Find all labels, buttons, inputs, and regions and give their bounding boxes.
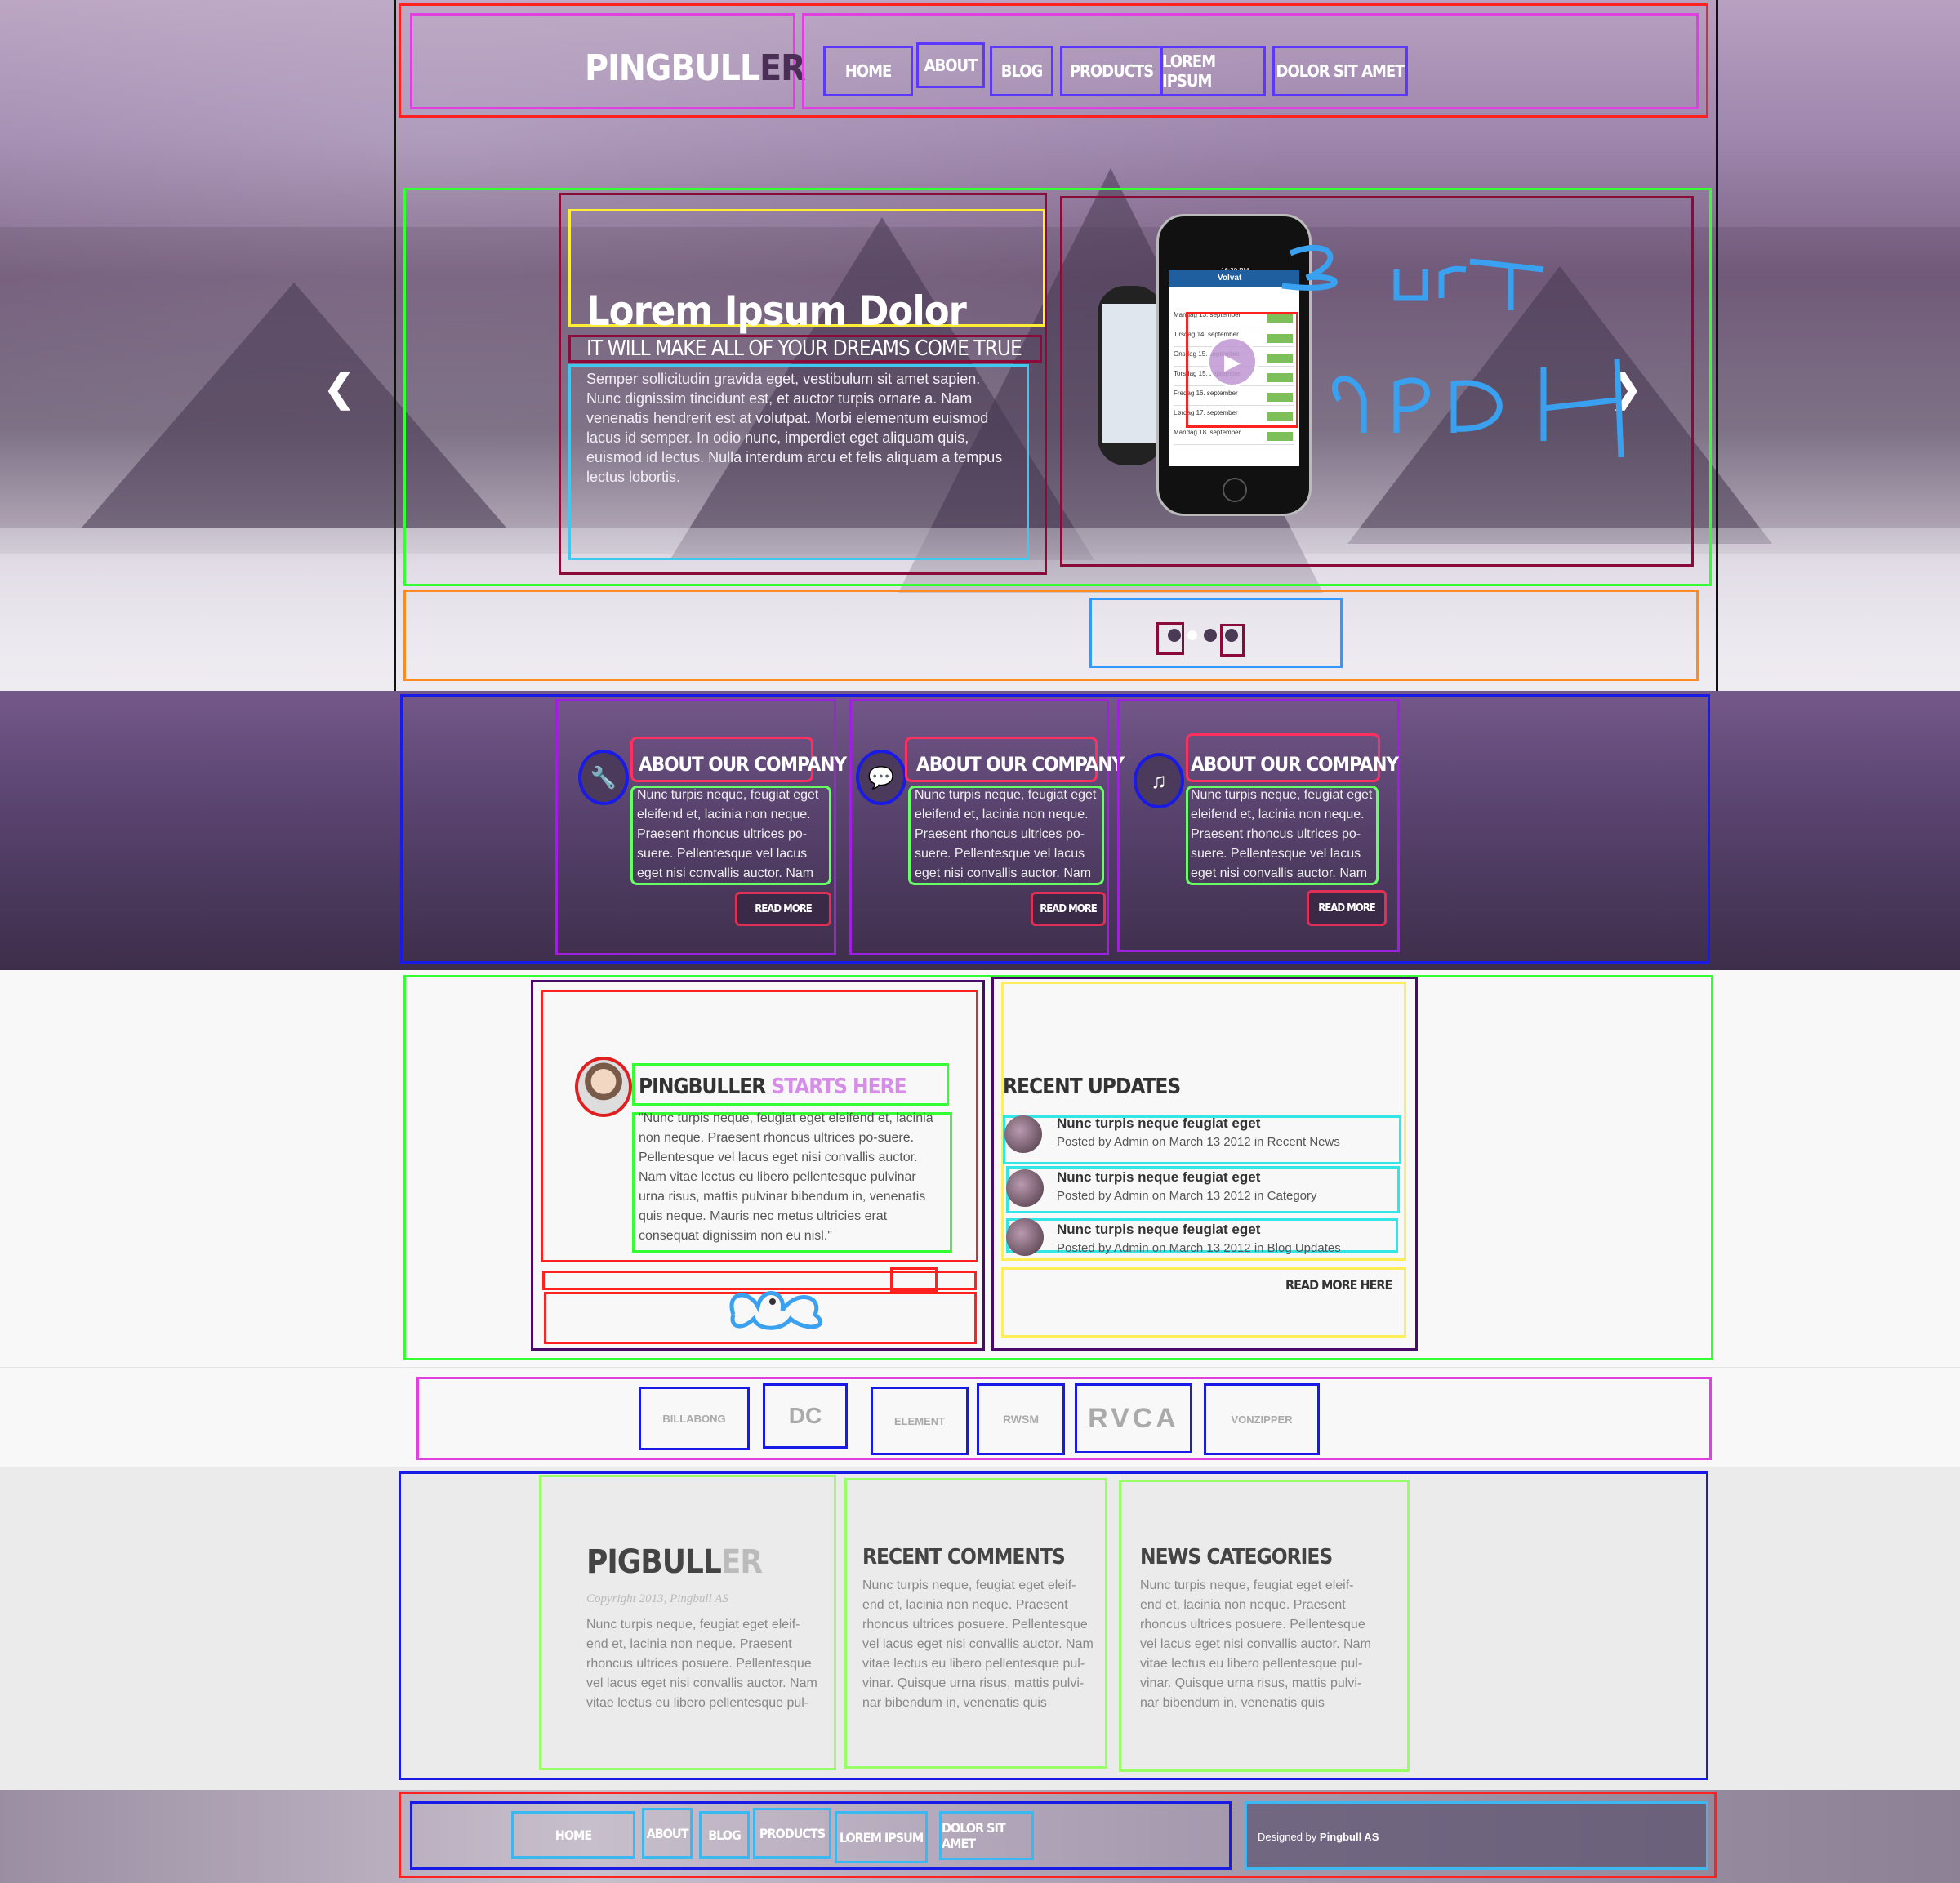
bottom-nav-blog[interactable]: BLOG (699, 1811, 750, 1859)
brand-element-logo[interactable]: ELEMENT (871, 1387, 969, 1455)
pager-dot-active[interactable] (1187, 630, 1197, 640)
read-more-here-link[interactable]: READ MORE HERE (1285, 1277, 1392, 1293)
bottom-nav-dolor-sit-amet[interactable]: DOLOR SIT AMET (939, 1811, 1034, 1860)
footer-categories-text: Nunc turpis neque, feugiat eget eleif-en… (1140, 1578, 1371, 1710)
bottom-nav-about[interactable]: ABOUT (642, 1808, 693, 1859)
update-thumbnail (1004, 1115, 1042, 1153)
site-logo[interactable]: PINGBULLER (585, 47, 806, 89)
designed-by: Designed by Pingbull AS (1258, 1831, 1379, 1843)
update-item-title[interactable]: Nunc turpis neque feugiat eget (1057, 1222, 1260, 1238)
feature-title: ABOUT OUR COMPANY (916, 753, 1125, 776)
avatar (575, 1057, 632, 1117)
feature-title: ABOUT OUR COMPANY (639, 753, 847, 776)
home-button-icon (1223, 478, 1247, 502)
slide-body: Semper sollicitudin gravida eget, vestib… (586, 371, 1003, 485)
feature-text: Nunc turpis neque, feugiat eget eleifend… (915, 788, 1097, 880)
handwriting-annotation (1281, 244, 1624, 458)
pager-dot[interactable] (1204, 629, 1217, 642)
pager-dot-box (1220, 624, 1245, 657)
update-thumbnail (1006, 1218, 1044, 1256)
testimonial-title: PINGBULLER STARTS HERE (639, 1075, 907, 1099)
footer-logo[interactable]: PIGBULLER (586, 1543, 763, 1581)
footer-copyright: Copyright 2013, Pingbull AS (586, 1592, 728, 1605)
footer-comments-text: Nunc turpis neque, feugiat eget eleif-en… (862, 1578, 1094, 1710)
footer-about-text: Nunc turpis neque, feugiat eget eleif-en… (586, 1618, 817, 1710)
update-thumbnail (1006, 1169, 1044, 1207)
designer-link[interactable]: Pingbull AS (1320, 1831, 1379, 1843)
bottom-nav-lorem-ipsum[interactable]: LOREM IPSUM (835, 1811, 928, 1863)
footer-comments-title: RECENT COMMENTS (862, 1545, 1066, 1569)
testimonial-pager-active[interactable] (890, 1267, 938, 1292)
read-more-button[interactable]: READ MORE (735, 892, 831, 926)
nav-blog[interactable]: BLOG (990, 46, 1054, 96)
update-item-meta: Posted by Admin on March 13 2012 in Rece… (1057, 1135, 1340, 1149)
nav-products[interactable]: PRODUCTS (1060, 46, 1163, 96)
update-item-meta: Posted by Admin on March 13 2012 in Cate… (1057, 1189, 1317, 1203)
scribble-annotation (729, 1291, 822, 1330)
read-more-button[interactable]: READ MORE (1031, 892, 1106, 926)
brand-rwsm-logo[interactable]: RWSM (977, 1383, 1065, 1455)
chevron-left-icon[interactable]: ❮ (323, 366, 355, 410)
slider-pager-bar (403, 590, 1699, 681)
brand-rvca-logo[interactable]: RVCA (1075, 1383, 1192, 1453)
read-more-button[interactable]: READ MORE (1307, 890, 1387, 926)
feature-text: Nunc turpis neque, feugiat eget eleifend… (637, 788, 819, 880)
phone-back-image (1098, 286, 1163, 465)
nav-home[interactable]: HOME (823, 46, 913, 96)
bottom-nav-products[interactable]: PRODUCTS (753, 1808, 831, 1859)
update-item-title[interactable]: Nunc turpis neque feugiat eget (1057, 1115, 1260, 1132)
speech-bubble-icon: 💬 (856, 750, 906, 805)
bottom-nav-home[interactable]: HOME (511, 1811, 635, 1859)
footer-categories-title: NEWS CATEGORIES (1140, 1545, 1333, 1569)
update-item-meta: Posted by Admin on March 13 2012 in Blog… (1057, 1241, 1341, 1255)
brand-billabong-logo[interactable]: BILLABONG (639, 1387, 750, 1450)
testimonial-quote: "Nunc turpis neque, feugiat eget eleifen… (639, 1111, 933, 1243)
slide-subtitle: IT WILL MAKE ALL OF YOUR DREAMS COME TRU… (586, 336, 1022, 361)
feature-title: ABOUT OUR COMPANY (1191, 753, 1399, 776)
brand-vonzipper-logo[interactable]: VONZIPPER (1204, 1383, 1320, 1455)
feature-text: Nunc turpis neque, feugiat eget eleifend… (1191, 788, 1373, 880)
slide-title: Lorem Ipsum Dolor (586, 287, 967, 335)
nav-about[interactable]: ABOUT (916, 42, 985, 88)
update-item-title[interactable]: Nunc turpis neque feugiat eget (1057, 1169, 1260, 1186)
pager-dot-box (1156, 622, 1184, 655)
play-icon[interactable]: ▶ (1207, 336, 1258, 387)
nav-dolor-sit-amet[interactable]: DOLOR SIT AMET (1272, 46, 1408, 96)
wrench-icon: 🔧 (578, 750, 629, 805)
nav-lorem-ipsum[interactable]: LOREM IPSUM (1160, 46, 1266, 96)
brand-dc-logo[interactable]: DC (763, 1383, 848, 1449)
phone-app-title: Volvat (1218, 274, 1242, 283)
music-note-icon: ♫ (1134, 753, 1184, 808)
updates-title: RECENT UPDATES (1003, 1075, 1181, 1099)
